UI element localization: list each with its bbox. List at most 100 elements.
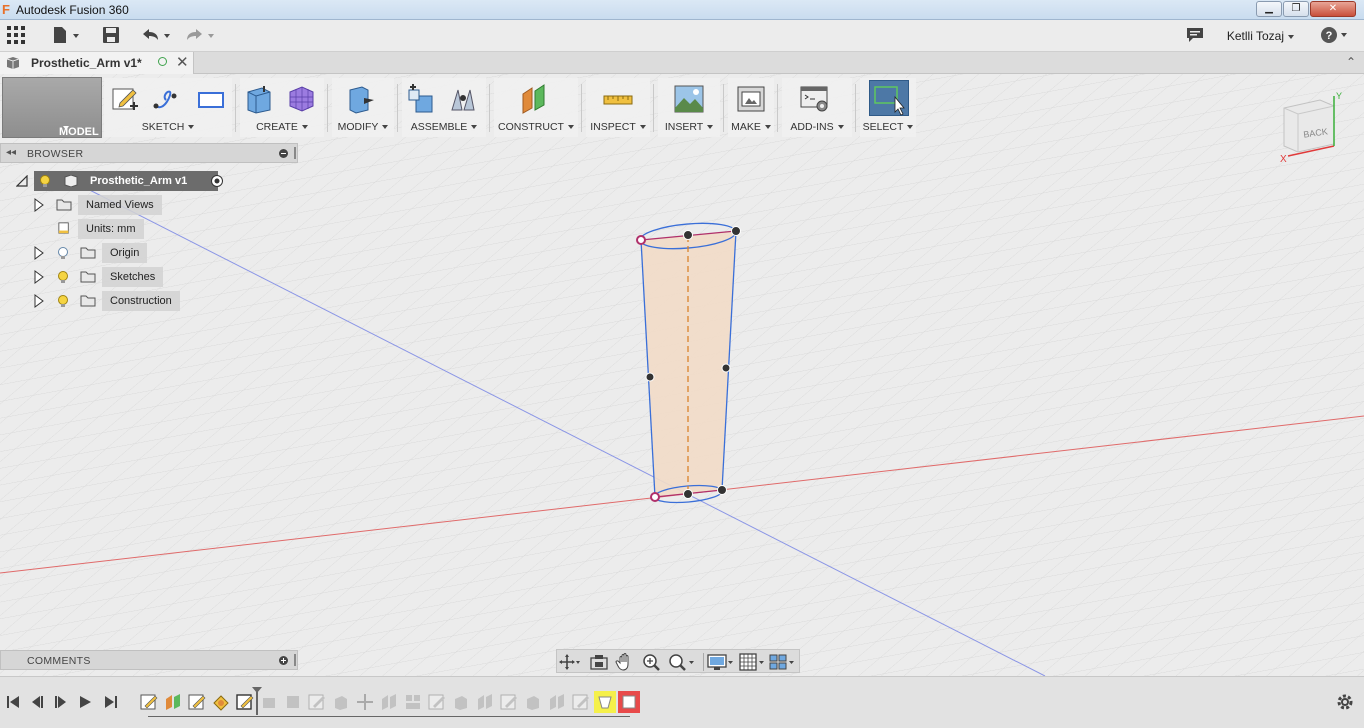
visibility-bulb-icon[interactable]	[38, 174, 52, 188]
panel-grip-icon[interactable]	[294, 147, 296, 159]
offset-plane-icon[interactable]	[520, 84, 550, 114]
comments-panel-header[interactable]: COMMENTS	[0, 650, 298, 670]
timeline-suppressed-plane-icon[interactable]	[380, 693, 398, 711]
insert-group[interactable]: INSERT	[658, 78, 720, 137]
timeline-sketch-icon[interactable]	[140, 693, 158, 711]
timeline-warning-feature-icon[interactable]	[594, 691, 616, 713]
new-component-icon[interactable]	[406, 84, 436, 114]
timeline-suppressed-plane-icon[interactable]	[548, 693, 566, 711]
timeline-plane-icon[interactable]	[164, 693, 182, 711]
visibility-bulb-off-icon[interactable]	[56, 246, 70, 260]
press-pull-icon[interactable]	[346, 84, 376, 114]
timeline-suppressed-extrude-icon[interactable]	[452, 693, 470, 711]
workspace-switcher[interactable]: MODEL	[2, 77, 102, 138]
browser-item-construction[interactable]: Construction	[30, 291, 190, 311]
help-icon[interactable]: ?	[1320, 26, 1350, 46]
timeline-suppressed-sketch-icon[interactable]	[428, 693, 446, 711]
browser-header[interactable]: ◂◂ BROWSER	[0, 143, 298, 163]
file-icon[interactable]	[52, 26, 80, 46]
activate-radio-icon[interactable]	[210, 174, 224, 188]
browser-item-origin[interactable]: Origin	[30, 243, 150, 263]
close-tab-icon[interactable]: ✕	[176, 53, 189, 71]
timeline-suppressed-extrude-icon[interactable]	[332, 693, 350, 711]
timeline-suppressed-move-icon[interactable]	[356, 693, 374, 711]
browser-root-node[interactable]: Prosthetic_Arm v1	[12, 171, 232, 191]
collapsed-triangle-icon[interactable]	[34, 198, 44, 212]
timeline-suppressed-feature-icon[interactable]	[284, 693, 302, 711]
scripts-addins-icon[interactable]	[800, 84, 830, 114]
redo-icon[interactable]	[184, 26, 218, 46]
minimize-panel-icon[interactable]	[279, 149, 288, 158]
visibility-bulb-icon[interactable]	[56, 270, 70, 284]
step-back-icon[interactable]	[30, 695, 44, 709]
save-icon[interactable]	[102, 26, 120, 46]
timeline-suppressed-sketch-icon[interactable]	[308, 693, 326, 711]
joint-icon[interactable]	[448, 84, 478, 114]
add-ins-group[interactable]: ADD-INS	[782, 78, 852, 137]
rectangle-tool-icon[interactable]	[196, 84, 226, 114]
add-comment-icon[interactable]	[279, 656, 288, 665]
insert-image-icon[interactable]	[674, 84, 704, 114]
collapsed-triangle-icon[interactable]	[34, 270, 44, 284]
browser-item-units[interactable]: Units: mm	[30, 219, 150, 239]
timeline-suppressed-sketch-icon[interactable]	[572, 693, 590, 711]
go-to-start-icon[interactable]	[6, 695, 20, 709]
visibility-bulb-icon[interactable]	[56, 294, 70, 308]
document-tab[interactable]: Prosthetic_Arm v1* ✕	[0, 52, 194, 74]
undo-icon[interactable]	[140, 26, 174, 46]
timeline-suppressed-plane-icon[interactable]	[476, 693, 494, 711]
minimize-button[interactable]: ▁	[1256, 1, 1282, 17]
app-grid-icon[interactable]	[7, 26, 25, 46]
timeline-sketch-icon[interactable]	[188, 693, 206, 711]
timeline-settings-gear-icon[interactable]	[1336, 693, 1354, 711]
look-at-icon[interactable]	[589, 653, 611, 671]
display-settings-icon[interactable]	[707, 653, 735, 671]
go-to-end-icon[interactable]	[104, 695, 118, 709]
comment-icon[interactable]	[1186, 26, 1204, 46]
form-icon[interactable]	[286, 84, 316, 114]
sketch-group[interactable]: SKETCH	[104, 78, 232, 137]
panel-grip-icon[interactable]	[294, 654, 296, 666]
chevron-up-icon[interactable]: ⌃	[1346, 55, 1356, 69]
create-group[interactable]: CREATE	[240, 78, 324, 137]
timeline-suppressed-pattern-icon[interactable]	[404, 693, 422, 711]
measure-icon[interactable]	[603, 84, 633, 114]
create-sketch-icon[interactable]	[110, 84, 140, 114]
expanded-triangle-icon[interactable]	[16, 175, 28, 187]
timeline-suppressed-sketch-icon[interactable]	[500, 693, 518, 711]
folder-icon	[80, 271, 96, 283]
browser-item-named-views[interactable]: Named Views	[30, 195, 170, 215]
select-tool-button[interactable]	[869, 80, 909, 116]
timeline-loft-icon[interactable]	[212, 693, 230, 711]
pan-hand-icon[interactable]	[615, 653, 637, 671]
select-group[interactable]: SELECT	[860, 78, 916, 137]
make-group[interactable]: MAKE	[728, 78, 774, 137]
modify-group[interactable]: MODIFY	[332, 78, 394, 137]
assemble-group[interactable]: ASSEMBLE	[402, 78, 486, 137]
zoom-window-icon[interactable]	[667, 653, 695, 671]
timeline-error-feature-icon[interactable]	[618, 691, 640, 713]
orbit-icon[interactable]	[559, 653, 581, 671]
3d-print-icon[interactable]	[736, 84, 766, 114]
close-window-button[interactable]: ✕	[1310, 1, 1356, 17]
zoom-icon[interactable]	[641, 653, 663, 671]
view-cube[interactable]: BACK X Y	[1276, 90, 1346, 165]
step-forward-icon[interactable]	[54, 695, 68, 709]
inspect-group[interactable]: INSPECT	[586, 78, 650, 137]
grid-settings-icon[interactable]	[739, 653, 767, 671]
timeline-track[interactable]	[148, 716, 630, 717]
timeline-suppressed-feature-icon[interactable]	[260, 693, 278, 711]
collapsed-triangle-icon[interactable]	[34, 246, 44, 260]
collapsed-triangle-icon[interactable]	[34, 294, 44, 308]
user-menu[interactable]: Ketlli Tozaj	[1227, 29, 1294, 43]
play-icon[interactable]	[78, 695, 92, 709]
construct-group[interactable]: CONSTRUCT	[494, 78, 578, 137]
canvas-viewport[interactable]	[0, 74, 1364, 676]
timeline-suppressed-extrude-icon[interactable]	[524, 693, 542, 711]
collapse-left-icon[interactable]: ◂◂	[6, 147, 16, 158]
browser-item-sketches[interactable]: Sketches	[30, 267, 170, 287]
viewports-icon[interactable]	[769, 653, 797, 671]
extrude-icon[interactable]	[244, 84, 274, 114]
line-tool-icon[interactable]	[152, 84, 182, 114]
restore-button[interactable]: ❐	[1283, 1, 1309, 17]
